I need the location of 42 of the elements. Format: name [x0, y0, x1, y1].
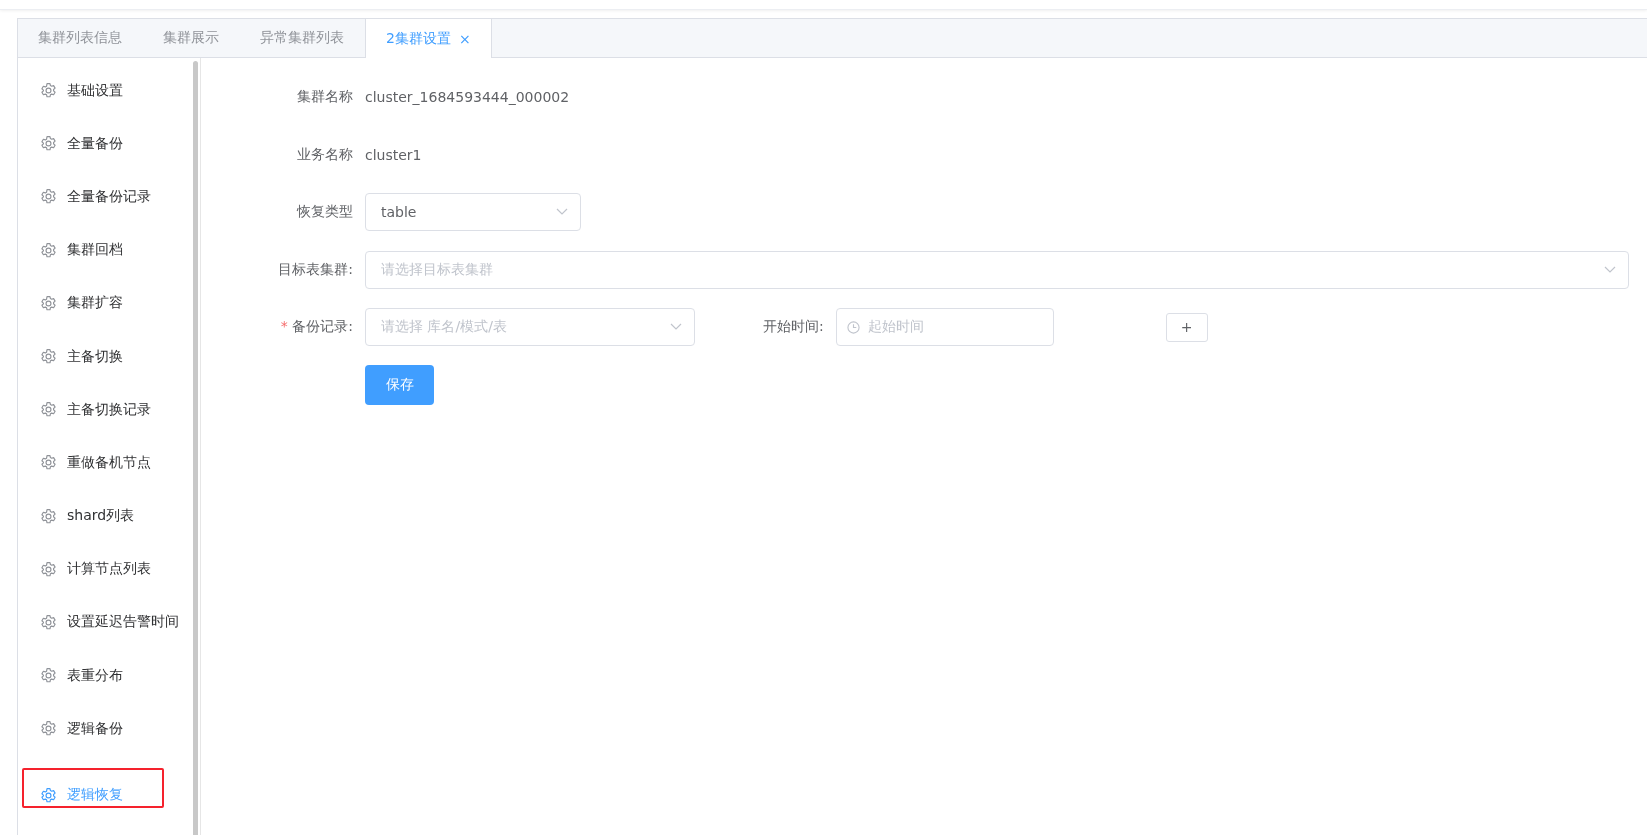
chevron-down-icon — [670, 323, 682, 331]
sidebar-item[interactable]: 集群扩容 — [18, 276, 200, 330]
sidebar-item[interactable]: 集群回档 — [18, 223, 200, 277]
sidebar-item[interactable]: 计算节点列表 — [18, 542, 200, 596]
sidebar-item[interactable]: 重做备机节点 — [18, 436, 200, 490]
gear-icon — [40, 348, 57, 366]
field-value: cluster_1684593444_000002 — [365, 89, 570, 105]
add-button[interactable]: + — [1165, 312, 1208, 342]
sidebar-item[interactable]: shard列表 — [18, 489, 200, 543]
restore-type-select[interactable]: table — [365, 193, 581, 231]
sidebar-item[interactable]: 表重分布 — [18, 649, 200, 703]
gear-icon — [40, 294, 57, 312]
field-value: cluster1 — [365, 146, 422, 163]
sidebar-item[interactable]: 主备切换记录 — [18, 383, 200, 437]
sidebar-item[interactable]: 逻辑备份 — [18, 702, 200, 756]
sidebar-item[interactable]: 主备切换 — [18, 329, 200, 384]
field-label: 集群名称 — [296, 88, 354, 106]
gear-icon — [40, 560, 57, 578]
gear-icon — [40, 241, 57, 259]
gear-icon — [40, 613, 57, 631]
gear-icon — [40, 135, 57, 153]
gear-icon — [40, 401, 57, 419]
gear-icon — [40, 507, 57, 525]
chevron-down-icon — [1604, 265, 1616, 274]
scrollbar[interactable] — [193, 61, 198, 835]
field-label: 目标表集群: — [277, 260, 354, 279]
gear-icon — [40, 188, 57, 206]
gear-icon — [40, 787, 57, 805]
field-label: 开始时间: — [763, 318, 824, 336]
gear-icon — [40, 720, 57, 738]
sidebar-item[interactable]: 基础设置 — [18, 64, 200, 118]
clock-icon — [846, 320, 860, 334]
field-label: 恢复类型 — [295, 203, 354, 221]
field-label: 业务名称 — [296, 145, 354, 164]
field-label: * 备份记录: — [279, 318, 354, 336]
chevron-down-icon — [556, 208, 568, 216]
sidebar-item[interactable]: 设置延迟告警时间 — [18, 595, 200, 650]
sidebar-item[interactable]: 全量备份记录 — [18, 170, 200, 224]
sidebar-item[interactable]: 全量备份 — [18, 117, 200, 171]
gear-icon — [40, 454, 57, 472]
gear-icon — [40, 667, 57, 685]
gear-icon — [40, 82, 57, 100]
